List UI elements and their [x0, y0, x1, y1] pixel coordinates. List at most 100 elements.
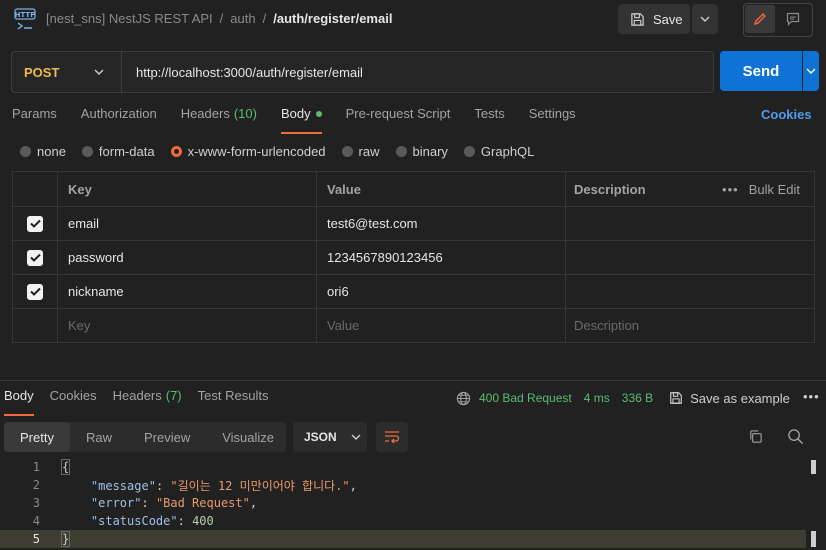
line-number: 5: [32, 532, 40, 546]
more-options-icon[interactable]: •••: [722, 182, 739, 197]
response-body-code[interactable]: 1 { 2 "message": "길이는 12 미만이어야 합니다.", 3 …: [0, 458, 826, 550]
tab-response-cookies[interactable]: Cookies: [50, 388, 97, 416]
body-indicator-dot: [315, 111, 322, 117]
more-options-icon[interactable]: •••: [803, 389, 820, 404]
new-key-input[interactable]: Key: [68, 318, 90, 333]
param-key[interactable]: email: [68, 216, 99, 231]
tab-tests[interactable]: Tests: [474, 106, 504, 134]
body-params-table: Key Value Description ••• Bulk Edit emai…: [12, 171, 815, 343]
row-checkbox[interactable]: [27, 249, 43, 266]
response-divider[interactable]: [0, 380, 826, 381]
mode-visualize[interactable]: Visualize: [206, 422, 290, 452]
chevron-down-icon: [700, 16, 710, 22]
edit-button[interactable]: [745, 5, 775, 33]
param-key[interactable]: password: [68, 250, 124, 265]
scrollbar-marker-top[interactable]: [811, 460, 816, 474]
code-line: 3 "error": "Bad Request",: [0, 494, 806, 512]
new-value-input[interactable]: Value: [327, 318, 359, 333]
chevron-down-icon: [351, 434, 361, 440]
cookies-link[interactable]: Cookies: [761, 107, 812, 122]
status-code[interactable]: 400 Bad Request: [479, 391, 572, 405]
table-tools: ••• Bulk Edit: [722, 182, 800, 197]
radio-label: x-www-form-urlencoded: [187, 143, 326, 159]
param-value[interactable]: 1234567890123456: [327, 250, 443, 265]
tab-response-body[interactable]: Body: [4, 388, 34, 416]
body-type-options: none form-data x-www-form-urlencoded raw…: [20, 143, 550, 159]
line-number: 3: [32, 496, 40, 510]
save-button[interactable]: Save: [618, 4, 690, 34]
json-string: "길이는 12 미만이어야 합니다.": [170, 478, 350, 493]
breadcrumb: [nest_sns] NestJS REST API / auth //auth/re…: [46, 11, 393, 26]
param-value[interactable]: test6@test.com: [327, 216, 418, 231]
tab-pre-request-script[interactable]: Pre-request Script: [346, 106, 451, 134]
bulk-edit-button[interactable]: Bulk Edit: [749, 182, 800, 197]
tab-test-results[interactable]: Test Results: [198, 388, 269, 416]
radio-none[interactable]: none: [20, 144, 66, 159]
tab-response-headers[interactable]: Headers (7): [113, 388, 182, 416]
radio-label: binary: [412, 143, 448, 159]
mode-pretty[interactable]: Pretty: [4, 422, 70, 452]
format-label: JSON: [304, 430, 337, 444]
row-checkbox[interactable]: [27, 283, 43, 300]
json-key: "error": [90, 496, 142, 510]
save-icon: [670, 392, 682, 404]
param-key[interactable]: nickname: [68, 284, 124, 299]
table-row-empty: Key Value Description: [13, 309, 814, 343]
json-comma: ,: [349, 478, 357, 493]
format-select[interactable]: JSON: [293, 422, 367, 452]
save-options-button[interactable]: [692, 4, 718, 34]
row-checkbox[interactable]: [27, 215, 43, 232]
send-options-button[interactable]: [803, 51, 819, 91]
table-row: password 1234567890123456: [13, 241, 814, 275]
wrap-lines-button[interactable]: [376, 422, 408, 452]
url-input[interactable]: http://localhost:3000/auth/register/emai…: [121, 51, 714, 93]
param-description[interactable]: [566, 275, 814, 308]
mode-preview[interactable]: Preview: [128, 422, 206, 452]
column-header-description-label: Description: [574, 181, 646, 197]
radio-label: form-data: [98, 143, 155, 159]
param-description[interactable]: [566, 207, 814, 240]
code-line-current: 5 }: [0, 530, 806, 548]
header-checkbox-cell: [13, 172, 58, 206]
radio-x-www-form-urlencoded[interactable]: x-www-form-urlencoded: [170, 143, 326, 159]
save-as-example-button[interactable]: Save as example: [669, 391, 790, 406]
radio-form-data[interactable]: form-data: [81, 143, 155, 159]
tab-settings[interactable]: Settings: [529, 106, 576, 134]
check-icon: [29, 253, 41, 262]
radio-label: raw: [358, 143, 380, 159]
param-value[interactable]: ori6: [327, 284, 349, 299]
response-status-bar: 400 Bad Request 4 ms 336 B Save as examp…: [456, 389, 790, 407]
response-tabs: Body Cookies Headers (7) Test Results: [4, 388, 284, 416]
param-description[interactable]: [566, 241, 814, 274]
new-description-input[interactable]: Description: [574, 318, 639, 333]
breadcrumb-current[interactable]: /auth/register/email: [273, 11, 392, 26]
tab-authorization[interactable]: Authorization: [81, 106, 157, 134]
tab-params[interactable]: Params: [12, 106, 57, 134]
tab-body[interactable]: Body: [280, 106, 322, 134]
url-text: http://localhost:3000/auth/register/emai…: [136, 64, 363, 80]
radio-label: none: [37, 143, 66, 159]
json-key: "message": [90, 478, 156, 493]
comments-button[interactable]: [778, 5, 808, 33]
radio-raw[interactable]: raw: [341, 143, 380, 159]
method-select[interactable]: POST: [11, 51, 122, 93]
response-size[interactable]: 336 B: [622, 391, 653, 405]
wrap-icon: [385, 431, 400, 444]
mode-raw[interactable]: Raw: [70, 422, 128, 452]
globe-icon[interactable]: [456, 391, 471, 406]
scrollbar-marker-bottom[interactable]: [811, 531, 816, 547]
search-icon[interactable]: [787, 428, 804, 448]
code-line: 4 "statusCode": 400: [0, 512, 806, 530]
json-comma: ,: [249, 496, 258, 510]
response-time[interactable]: 4 ms: [584, 391, 610, 405]
send-button[interactable]: Send: [720, 51, 802, 91]
copy-icon[interactable]: [748, 429, 763, 447]
breadcrumb-collection[interactable]: [nest_sns] NestJS REST API: [46, 11, 213, 26]
tab-headers-label: Headers: [180, 106, 230, 121]
radio-binary[interactable]: binary: [395, 143, 448, 159]
radio-graphql[interactable]: GraphQL: [463, 144, 534, 159]
table-row: nickname ori6: [13, 275, 814, 309]
breadcrumb-folder[interactable]: auth: [230, 11, 255, 26]
request-tabs: Params Authorization Headers (10) Body Pr…: [12, 106, 600, 134]
tab-headers[interactable]: Headers (10): [181, 106, 257, 134]
